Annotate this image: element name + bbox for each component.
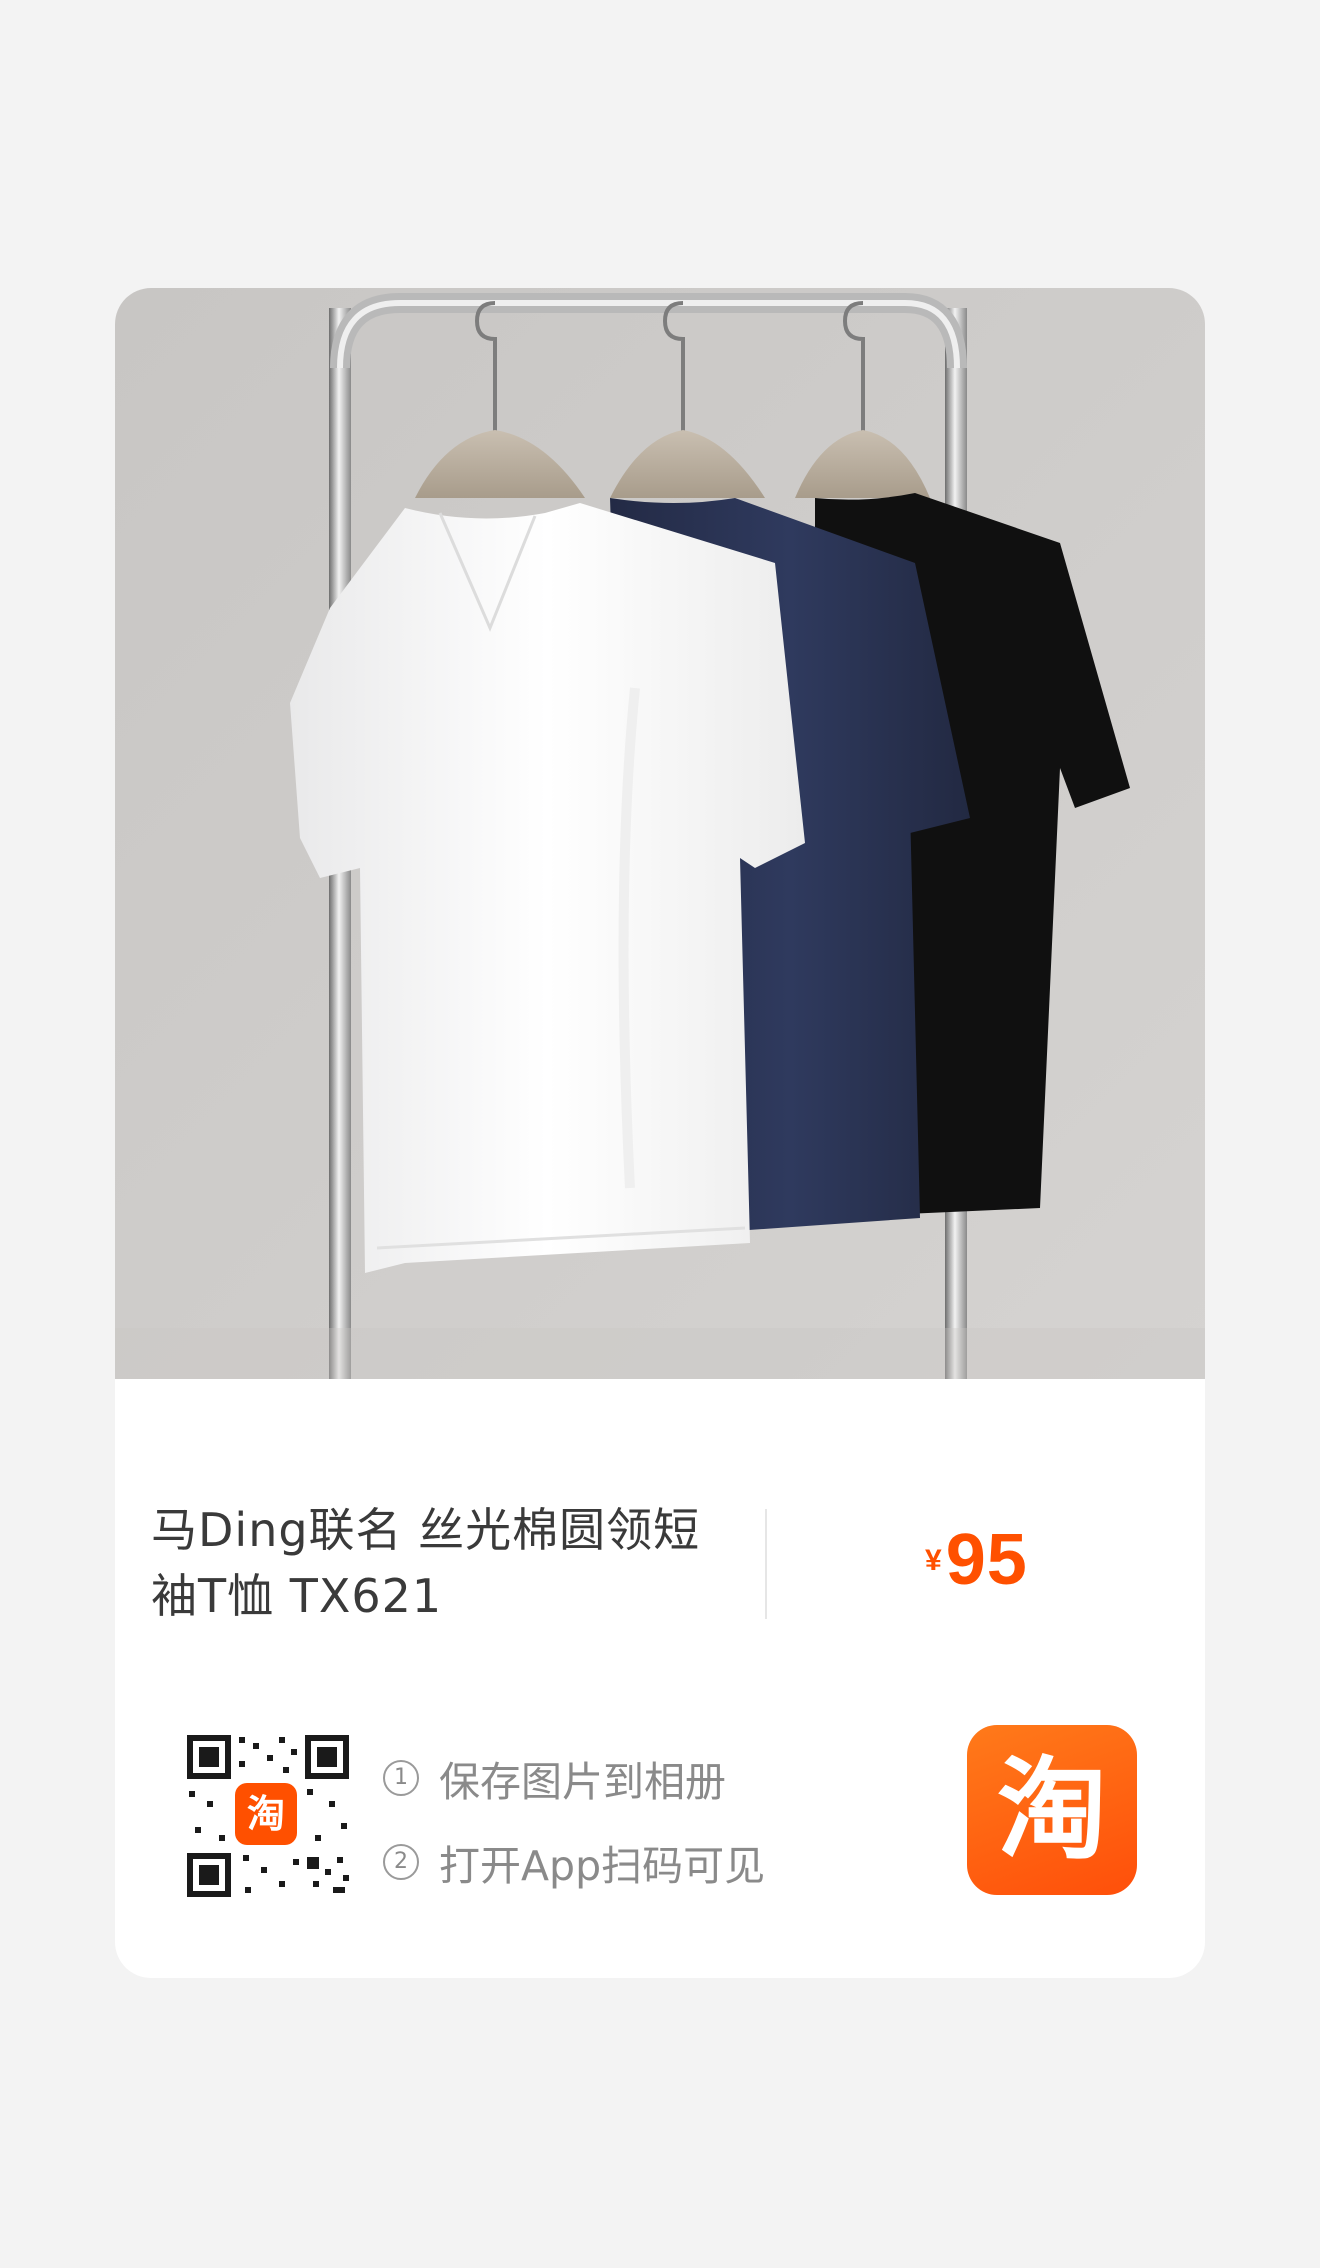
product-title-line1: 马Ding联名 丝光棉圆领短 bbox=[151, 1503, 701, 1557]
step-save-image: 1 保存图片到相册 bbox=[383, 1736, 903, 1820]
taobao-logo-icon: 淘 bbox=[235, 1783, 297, 1845]
share-steps: 1 保存图片到相册 2 打开App扫码可见 bbox=[383, 1736, 903, 1904]
product-share-card: 马Ding联名 丝光棉圆领短 袖T恤 TX621 ¥95 淘 1 保存图片到相册… bbox=[115, 288, 1205, 1978]
step-text: 打开App扫码可见 bbox=[439, 1842, 766, 1890]
currency-symbol: ¥ bbox=[925, 1544, 942, 1577]
product-price: ¥95 bbox=[925, 1519, 1028, 1601]
step-open-app: 2 打开App扫码可见 bbox=[383, 1820, 903, 1904]
product-title: 马Ding联名 丝光棉圆领短 袖T恤 TX621 bbox=[151, 1497, 731, 1629]
taobao-logo-icon: 淘 bbox=[967, 1725, 1137, 1895]
qr-code-icon: 淘 bbox=[183, 1731, 353, 1901]
divider bbox=[765, 1509, 767, 1619]
product-title-line2: 袖T恤 TX621 bbox=[151, 1569, 443, 1623]
price-amount: 95 bbox=[945, 1520, 1028, 1600]
step-number-2: 2 bbox=[383, 1844, 419, 1880]
product-photo bbox=[115, 288, 1205, 1379]
product-info: 马Ding联名 丝光棉圆领短 袖T恤 TX621 ¥95 淘 1 保存图片到相册… bbox=[115, 1379, 1205, 1978]
step-number-1: 1 bbox=[383, 1760, 419, 1796]
step-text: 保存图片到相册 bbox=[439, 1758, 726, 1806]
